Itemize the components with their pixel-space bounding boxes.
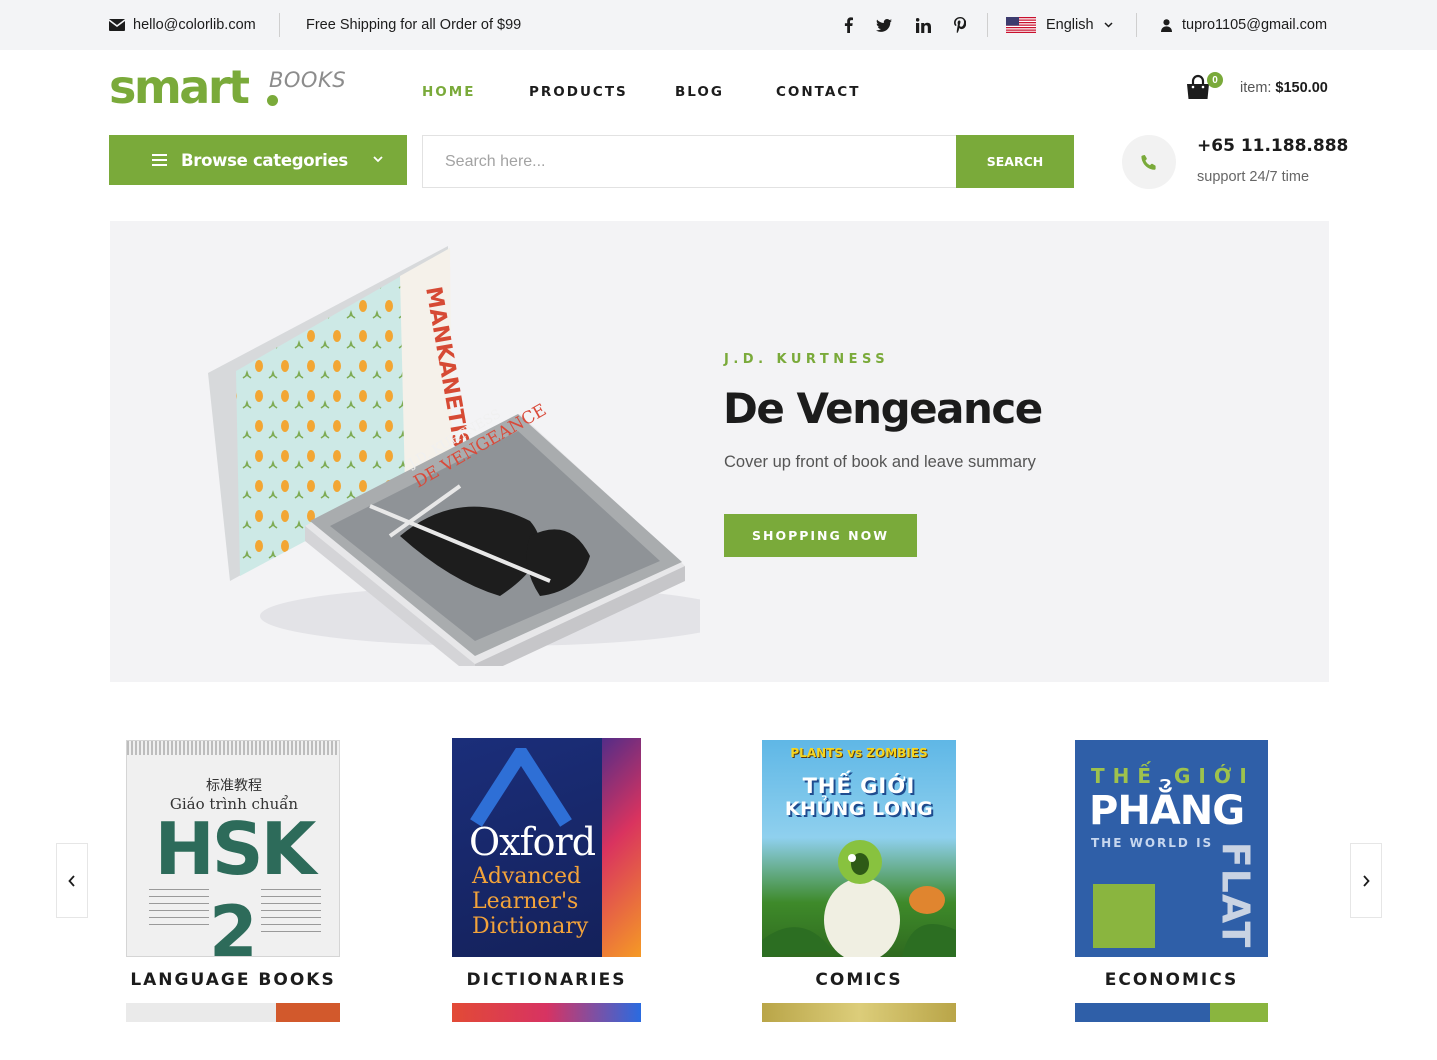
next-row-preview: [762, 1003, 956, 1022]
chevron-down-icon: [1104, 22, 1113, 28]
browse-categories-button[interactable]: Browse categories: [109, 135, 407, 185]
cover-green-block: [1093, 884, 1155, 948]
category-cover-language-books[interactable]: 标准教程 Giáo trình chuẩn HSK 2: [126, 740, 340, 957]
cover-line-1: Oxford: [469, 820, 596, 864]
cover-hsk: HSK: [154, 807, 317, 891]
cover-fine-print: [261, 889, 321, 937]
divider: [279, 13, 280, 37]
user-icon: [1161, 18, 1172, 32]
divider: [1136, 13, 1137, 37]
category-cover-comics[interactable]: PLANTS vs ZOMBIES THẾ GIỚI KHỦNG LONG: [762, 740, 956, 957]
chevron-left-icon: [68, 874, 75, 887]
divider: [987, 13, 988, 37]
chevron-right-icon: [1363, 874, 1370, 887]
hero-banner: MANKANETISH J.D. KURTNESS DE VENGEANCE J…: [110, 221, 1329, 682]
search-field: [422, 135, 957, 188]
us-flag-icon: [1006, 17, 1036, 33]
envelope-icon: [109, 19, 125, 31]
shopping-now-button[interactable]: SHOPPING NOW: [724, 514, 917, 557]
hero-subtitle: Cover up front of book and leave summary: [724, 453, 1036, 471]
browse-categories-label: Browse categories: [181, 150, 348, 170]
next-row-preview: [452, 1003, 641, 1022]
menu-icon: [152, 154, 167, 166]
hero-author: J.D. KURTNESS: [724, 352, 890, 367]
category-label-dictionaries[interactable]: DICTIONARIES: [452, 970, 641, 990]
carousel-prev-button[interactable]: [56, 843, 88, 918]
cover-fine-print: [149, 889, 209, 931]
category-label-economics[interactable]: ECONOMICS: [1075, 970, 1268, 990]
nav-products[interactable]: PRODUCTS: [529, 80, 628, 104]
phone-icon: [1141, 155, 1156, 170]
cover-line-4: Dictionary: [472, 914, 589, 939]
cart-label: item:: [1240, 80, 1272, 96]
user-account[interactable]: tupro1105@gmail.com: [1161, 0, 1327, 50]
nav-contact[interactable]: CONTACT: [776, 80, 860, 104]
search-button[interactable]: SEARCH: [956, 135, 1074, 188]
twitter-icon[interactable]: [872, 0, 896, 50]
cover-line-4: FLAT: [1213, 841, 1257, 949]
cover-line-1: 标准教程: [206, 778, 262, 794]
nav-home[interactable]: HOME: [422, 80, 475, 104]
support-phone[interactable]: +65 11.188.888: [1197, 136, 1348, 156]
cover-line-3: KHỦNG LONG: [784, 798, 934, 820]
email-text: hello@colorlib.com: [133, 17, 256, 33]
cover-barcode-strip: [127, 741, 339, 755]
cart-count-badge: 0: [1207, 72, 1223, 88]
cover-line-2: Advanced: [472, 864, 582, 889]
cover-line-1: PLANTS vs ZOMBIES: [790, 746, 928, 760]
facebook-icon[interactable]: [836, 0, 860, 50]
search-input[interactable]: [423, 136, 957, 187]
top-bar: hello@colorlib.com Free Shipping for all…: [0, 0, 1437, 50]
chevron-down-icon: [373, 156, 383, 163]
hero-title: De Vengeance: [723, 384, 1043, 433]
logo-subtitle: BOOKS: [269, 68, 347, 92]
cover-line-3: THE WORLD IS: [1091, 836, 1214, 850]
next-row-preview: [1075, 1003, 1268, 1022]
category-label-language-books[interactable]: LANGUAGE BOOKS: [126, 970, 340, 990]
hero-books-image: MANKANETISH J.D. KURTNESS DE VENGEANCE: [208, 246, 700, 666]
cover-line-3: Learner's: [472, 889, 579, 914]
email-contact[interactable]: hello@colorlib.com: [109, 0, 256, 50]
next-row-preview: [126, 1003, 340, 1022]
pinterest-icon[interactable]: [948, 0, 972, 50]
nav-blog[interactable]: BLOG: [675, 80, 724, 104]
support-text: support 24/7 time: [1197, 169, 1310, 185]
cart-total: $150.00: [1275, 80, 1328, 96]
category-label-comics[interactable]: COMICS: [762, 970, 956, 990]
linkedin-icon[interactable]: [911, 0, 935, 50]
phone-icon-circle: [1122, 135, 1176, 189]
cover-level: 2: [209, 891, 258, 957]
cart-summary[interactable]: item: $150.00: [1240, 80, 1328, 96]
user-email: tupro1105@gmail.com: [1182, 17, 1328, 33]
cover-letter-a: [470, 748, 572, 827]
cover-flat-wrapper: FLAT: [1213, 840, 1257, 950]
logo-dot: [267, 95, 278, 106]
category-cover-dictionaries[interactable]: Oxford Advanced Learner's Dictionary: [452, 738, 641, 957]
cover-illustration: [762, 840, 956, 957]
shipping-notice: Free Shipping for all Order of $99: [306, 17, 522, 33]
cover-line-2: THẾ GIỚI: [802, 774, 916, 798]
language-label: English: [1046, 17, 1094, 33]
language-selector[interactable]: English: [1006, 0, 1113, 50]
category-cover-economics[interactable]: THẾ GIỚI PHẲNG THE WORLD IS FLAT: [1075, 740, 1268, 957]
cover-line-1: THẾ GIỚI: [1091, 764, 1255, 788]
carousel-next-button[interactable]: [1350, 843, 1382, 918]
cover-line-2: PHẲNG: [1089, 788, 1245, 834]
logo-wordmark: smart: [109, 60, 250, 114]
